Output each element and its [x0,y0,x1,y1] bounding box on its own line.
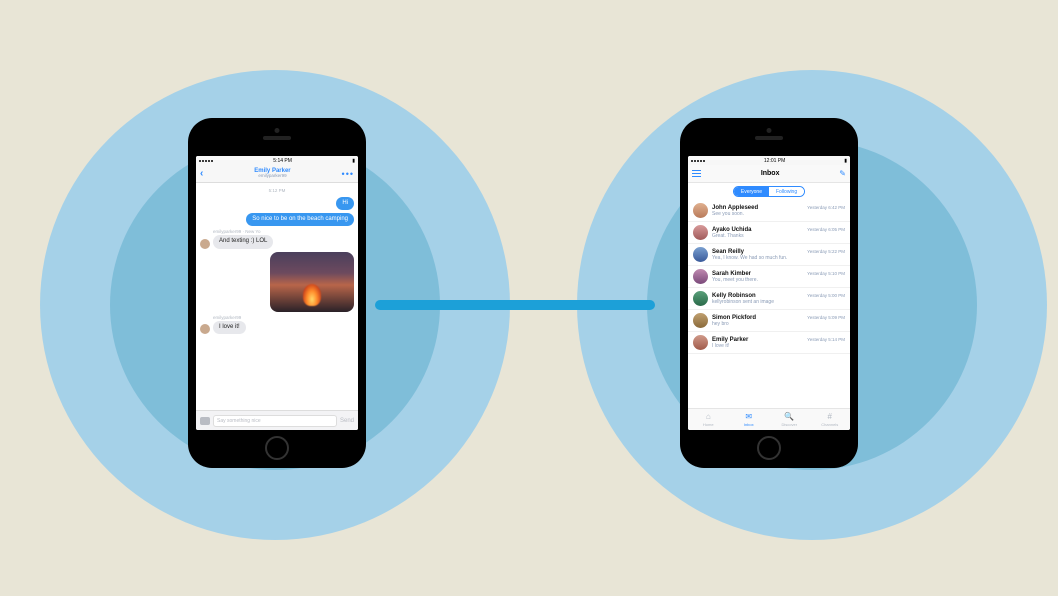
contact-name: Emily Parker [712,337,748,343]
message-preview: Yea, I know. We had so much fun. [712,255,845,261]
sender-label: emilyparker99 · New Yo [213,229,354,234]
back-button[interactable]: ‹ [200,168,203,179]
signal-icon [199,160,213,162]
timestamp: Yesterday 5:10 PM [807,271,845,276]
segment-following[interactable]: Following [769,187,804,196]
sender-label: emilyparker99 [213,315,354,320]
avatar [693,291,708,306]
timestamp: Yesterday 5:22 PM [807,249,845,254]
avatar [693,203,708,218]
timestamp: Yesterday 5:14 PM [807,337,845,342]
contact-name: John Appleseed [712,205,758,211]
screen-inbox: 12:01 PM ▮ Inbox ✎ Everyone Following Jo… [688,156,850,430]
message-preview: kellyrobinson sent an image [712,299,845,305]
status-bar: 12:01 PM ▮ [688,156,850,165]
conversation-body[interactable]: 5:12 PM Hi So nice to be on the beach ca… [196,183,358,401]
menu-icon[interactable] [692,170,701,177]
more-button[interactable]: ••• [342,169,354,179]
tab-discover[interactable]: 🔍Discover [769,409,810,430]
send-button[interactable]: Send [340,418,354,424]
nav-bar: ‹ Emily Parker emilyparker99 ••• [196,165,358,183]
avatar [693,225,708,240]
timestamp-label: 5:12 PM [200,188,354,193]
contact-name: Ayako Uchida [712,227,751,233]
avatar [693,247,708,262]
inbox-item[interactable]: Sarah Kimber Yesterday 5:10 PMYou, meet y… [688,266,850,288]
contact-name: Sarah Kimber [712,271,751,277]
message-preview: I love it! [712,343,845,349]
segment-everyone[interactable]: Everyone [734,187,769,196]
contact-name: Simon Pickford [712,315,756,321]
message-preview: Great. Thanks [712,233,845,239]
tab-channels[interactable]: #Channels [810,409,851,430]
composer-bar: Say something nice Send [196,410,358,430]
bubble-love: I love it! [213,321,246,334]
channels-icon: # [828,413,832,421]
inbox-item[interactable]: Emily Parker Yesterday 5:14 PMI love it! [688,332,850,354]
bubble-hi: Hi [336,197,354,210]
tab-bar: ⌂Home ✉Inbox 🔍Discover #Channels [688,408,850,430]
timestamp: Yesterday 6:05 PM [807,227,845,232]
phone-camera [275,128,280,133]
camera-icon[interactable] [200,417,210,425]
connector-line [375,300,655,310]
phone-right: 12:01 PM ▮ Inbox ✎ Everyone Following Jo… [680,118,858,468]
message-preview: See you soon. [712,211,845,217]
message-received[interactable]: I love it! [200,321,354,334]
segmented-control: Everyone Following [688,183,850,200]
message-sent[interactable]: So nice to be on the beach camping [200,213,354,226]
battery-icon: ▮ [844,158,847,164]
inbox-item[interactable]: John Appleseed Yesterday 6:42 PMSee you s… [688,200,850,222]
status-time: 5:14 PM [273,158,292,164]
message-sent[interactable]: Hi [200,197,354,210]
avatar [200,239,210,249]
inbox-item[interactable]: Simon Pickford Yesterday 5:09 PMhey bro [688,310,850,332]
image-bubble-campfire [270,252,354,312]
status-bar: 5:14 PM ▮ [196,156,358,165]
inbox-icon: ✉ [745,413,752,421]
timestamp: Yesterday 5:00 PM [807,293,845,298]
avatar [693,313,708,328]
contact-handle: emilyparker99 [254,174,290,179]
avatar [693,269,708,284]
inbox-list[interactable]: John Appleseed Yesterday 6:42 PMSee you s… [688,200,850,354]
bubble-lol: And texting :) LOL [213,235,273,248]
phone-camera [767,128,772,133]
contact-name: Kelly Robinson [712,293,756,299]
compose-button[interactable]: ✎ [839,169,846,178]
tab-inbox[interactable]: ✉Inbox [729,409,770,430]
status-time: 12:01 PM [764,158,785,164]
inbox-item[interactable]: Sean Reilly Yesterday 5:22 PMYea, I know.… [688,244,850,266]
inbox-item[interactable]: Kelly Robinson Yesterday 5:00 PMkellyrobi… [688,288,850,310]
nav-title: Inbox [761,170,780,177]
nav-title[interactable]: Emily Parker emilyparker99 [254,168,290,180]
avatar [693,335,708,350]
avatar [200,324,210,334]
message-preview: You, meet you there. [712,277,845,283]
phone-speaker [755,136,783,140]
inbox-item[interactable]: Ayako Uchida Yesterday 6:05 PMGreat. Than… [688,222,850,244]
bubble-beach: So nice to be on the beach camping [246,213,354,226]
message-received[interactable]: And texting :) LOL [200,235,354,248]
campfire-illustration [303,284,321,306]
timestamp: Yesterday 5:09 PM [807,315,845,320]
message-preview: hey bro [712,321,845,327]
nav-bar: Inbox ✎ [688,165,850,183]
tab-home[interactable]: ⌂Home [688,409,729,430]
screen-conversation: 5:14 PM ▮ ‹ Emily Parker emilyparker99 •… [196,156,358,430]
message-input[interactable]: Say something nice [213,415,337,427]
contact-name: Sean Reilly [712,249,744,255]
home-icon: ⌂ [706,413,711,421]
home-button[interactable] [265,436,289,460]
discover-icon: 🔍 [784,413,794,421]
home-button[interactable] [757,436,781,460]
battery-icon: ▮ [352,158,355,164]
phone-speaker [263,136,291,140]
signal-icon [691,160,705,162]
timestamp: Yesterday 6:42 PM [807,205,845,210]
phone-left: 5:14 PM ▮ ‹ Emily Parker emilyparker99 •… [188,118,366,468]
message-sent-image[interactable] [200,252,354,312]
